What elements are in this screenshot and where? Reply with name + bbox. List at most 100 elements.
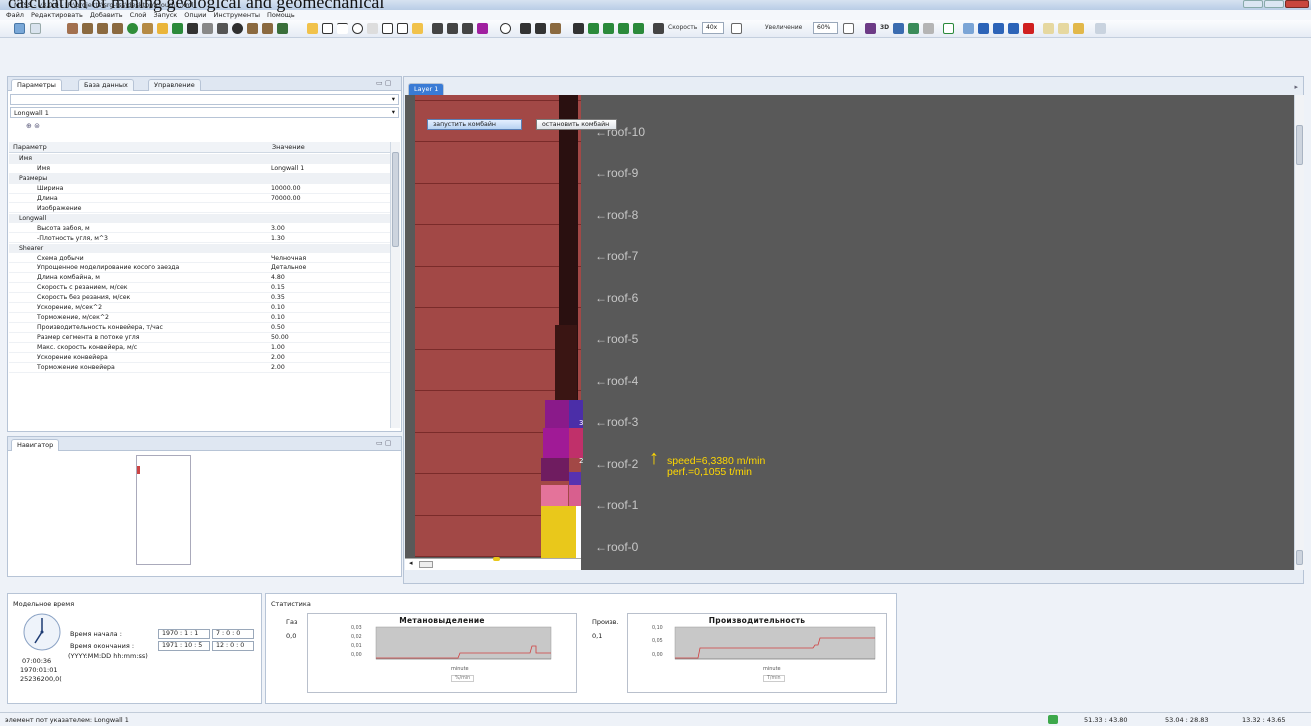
scroll-left-icon[interactable]: ◂	[409, 559, 413, 567]
grid-property-row[interactable]: Скорость без резания, м/сек 0.35	[9, 293, 390, 303]
horizontal-scrollbar[interactable]: ◂	[405, 557, 581, 570]
layer-tool-icon[interactable]	[97, 23, 108, 34]
panel-pin-icon[interactable]: ▭ ▢	[376, 439, 391, 447]
zoom-stepper-icon[interactable]	[843, 23, 854, 34]
screen-tool-icon[interactable]	[520, 23, 531, 34]
misc-tool-icon[interactable]	[1095, 23, 1106, 34]
grid-category-row[interactable]: Longwall	[9, 213, 390, 224]
empty-dropdown[interactable]: ▾	[10, 94, 399, 105]
simulation-viewport[interactable]: ←roof-11←roof-10←roof-9←roof-8←roof-7←ro…	[405, 95, 1294, 570]
grid-property-value[interactable]: Детальное	[271, 263, 306, 273]
rewind-icon[interactable]	[963, 23, 974, 34]
layer-tool-icon[interactable]	[112, 23, 123, 34]
grid-property-row[interactable]: Ускорение, м/сек^2 0.10	[9, 303, 390, 313]
grid-property-row[interactable]: Длина 70000.00	[9, 194, 390, 204]
tab-navigator[interactable]: Навигатор	[11, 439, 60, 451]
layers-icon[interactable]	[865, 23, 876, 34]
star-icon[interactable]	[1043, 23, 1054, 34]
grid-property-row[interactable]: Ширина 10000.00	[9, 184, 390, 194]
sort-buttons[interactable]: ⊕ ⊜	[26, 122, 40, 130]
line-tool-icon[interactable]	[217, 23, 228, 34]
grid-tool-icon[interactable]	[653, 23, 664, 34]
grid-property-value[interactable]: 2.00	[271, 353, 285, 363]
star-icon[interactable]	[1058, 23, 1069, 34]
node-tool-icon[interactable]	[432, 23, 443, 34]
end-date-input[interactable]: 1971 : 10 : 5	[158, 641, 210, 651]
viewport-scrollbar[interactable]	[1294, 95, 1304, 570]
panel-pin-icon[interactable]: ▭ ▢	[376, 79, 391, 87]
line-tool-icon[interactable]	[337, 23, 348, 34]
pause-icon[interactable]	[993, 23, 1004, 34]
chart-tool-icon[interactable]	[588, 23, 599, 34]
grid-property-row[interactable]: Имя Longwall 1	[9, 164, 390, 174]
grid-property-row[interactable]: Схема добычи Челночная	[9, 254, 390, 264]
grid-property-value[interactable]: 0.10	[271, 313, 285, 323]
layer-tool-icon[interactable]	[142, 23, 153, 34]
start-date-input[interactable]: 1970 : 1 : 1	[158, 629, 210, 639]
viewport-scrollbar-thumb[interactable]	[1296, 125, 1303, 165]
tab-control[interactable]: Управление	[148, 79, 201, 91]
close-button[interactable]	[1285, 0, 1309, 8]
tab-layer-1[interactable]: Layer 1	[408, 83, 445, 95]
grid-category-row[interactable]: Размеры	[9, 173, 390, 184]
grid-tool-icon[interactable]	[277, 23, 288, 34]
chart-tool-icon[interactable]	[618, 23, 629, 34]
grid-property-row[interactable]: Торможение, м/сек^2 0.10	[9, 313, 390, 323]
speed-stepper-icon[interactable]	[731, 23, 742, 34]
object-select[interactable]: Longwall 1 ▾	[10, 107, 399, 118]
grid-property-row[interactable]: Ускорение конвейера 2.00	[9, 353, 390, 363]
view-3d-toggle[interactable]: 3D	[880, 24, 889, 31]
panel-menu-icon[interactable]: ▸	[1294, 83, 1298, 91]
grid-scrollbar[interactable]	[390, 142, 400, 428]
start-time-input[interactable]: 7 : 0 : 0	[212, 629, 254, 639]
stop-shearer-button[interactable]: остановить комбайн	[536, 119, 617, 130]
grid-property-row[interactable]: -Плотность угля, м^3 1.30	[9, 234, 390, 244]
image-icon[interactable]	[908, 23, 919, 34]
grid-property-row[interactable]: Скорость с резанием, м/сек 0.15	[9, 283, 390, 294]
grid-property-value[interactable]: 1.30	[271, 234, 285, 244]
grid-property-value[interactable]: 50.00	[271, 333, 289, 343]
text-tool-icon[interactable]	[202, 23, 213, 34]
grid-property-row[interactable]: Упрощенное моделирование косого заезда Де…	[9, 263, 390, 274]
navigator-preview[interactable]	[136, 455, 191, 565]
grid-property-value[interactable]: 0.35	[271, 293, 285, 303]
pen-tool-icon[interactable]	[157, 23, 168, 34]
grid-property-value[interactable]: 1.00	[271, 343, 285, 353]
grid-property-row[interactable]: Изображение	[9, 204, 390, 214]
viewport-scrollbar-bottom[interactable]	[1296, 550, 1303, 565]
bar-tool-icon[interactable]	[573, 23, 584, 34]
text-tool-icon[interactable]	[382, 23, 393, 34]
zoom-input[interactable]: 60%	[813, 22, 838, 34]
grid-property-value[interactable]: Longwall 1	[271, 164, 304, 174]
horizontal-scrollbar-thumb[interactable]	[419, 561, 433, 568]
grid-property-row[interactable]: Высота забоя, м 3.00	[9, 224, 390, 234]
grid-category-row[interactable]: Shearer	[9, 243, 390, 254]
ellipse-tool-icon[interactable]	[352, 23, 363, 34]
chart-tool-icon[interactable]	[633, 23, 644, 34]
checkbox-icon[interactable]	[943, 23, 954, 34]
tab-database[interactable]: База данных	[78, 79, 134, 91]
layer-tool-icon[interactable]	[67, 23, 78, 34]
grid-category-row[interactable]: Имя	[9, 154, 390, 164]
grid-property-value[interactable]: 3.00	[271, 224, 285, 234]
node-tool-icon[interactable]	[447, 23, 458, 34]
frame-tool-icon[interactable]	[307, 23, 318, 34]
play-icon[interactable]	[978, 23, 989, 34]
image-tool-icon[interactable]	[412, 23, 423, 34]
table-icon[interactable]	[923, 23, 934, 34]
grid-property-row[interactable]: Производительность конвейера, т/час 0.50	[9, 323, 390, 333]
circle-tool-icon[interactable]	[232, 23, 243, 34]
grid-property-row[interactable]: Торможение конвейера 2.00	[9, 363, 390, 373]
speed-input[interactable]: 40x	[702, 22, 724, 34]
minimize-button[interactable]	[1243, 0, 1263, 8]
start-shearer-button[interactable]: запустить комбайн	[427, 119, 522, 130]
eye-icon[interactable]	[500, 23, 511, 34]
grid-property-value[interactable]: 0.10	[271, 303, 285, 313]
text-tool-icon[interactable]	[397, 23, 408, 34]
grid-property-value[interactable]: 70000.00	[271, 194, 301, 204]
camera-icon[interactable]	[893, 23, 904, 34]
tab-parameters[interactable]: Параметры	[11, 79, 62, 91]
grid-property-value[interactable]: Челночная	[271, 254, 306, 264]
grid-property-value[interactable]: 2.00	[271, 363, 285, 373]
grid-property-row[interactable]: Макс. скорость конвейера, м/с 1.00	[9, 343, 390, 353]
